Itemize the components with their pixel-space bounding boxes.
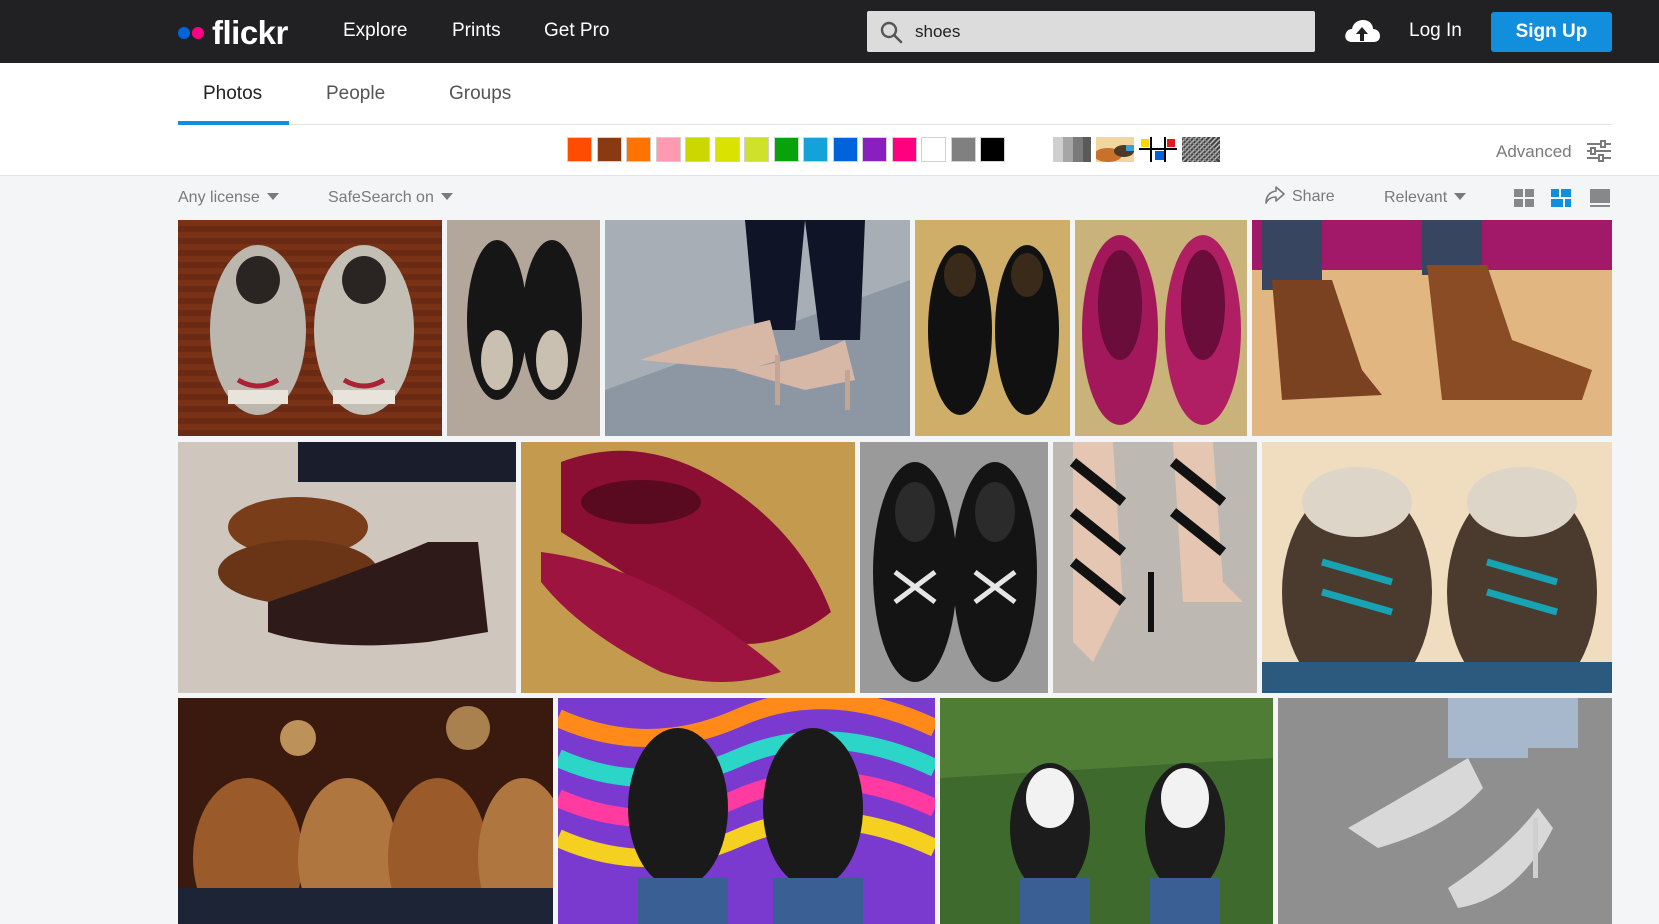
chevron-down-icon bbox=[1454, 193, 1467, 200]
search-input[interactable] bbox=[915, 11, 1305, 52]
photo-grey-sneakers[interactable] bbox=[178, 220, 442, 436]
search-icon[interactable] bbox=[879, 20, 903, 44]
photo-converse-grass[interactable] bbox=[940, 698, 1273, 924]
photo-silver-heels[interactable] bbox=[1278, 698, 1612, 924]
top-bar: flickr Explore Prints Get Pro Log In Sig… bbox=[0, 0, 1659, 63]
color-swatch-5[interactable] bbox=[714, 137, 740, 162]
share-arrow-icon bbox=[1265, 186, 1285, 204]
photo-brown-sneakers-teal-laces[interactable] bbox=[1262, 442, 1612, 693]
photo-black-vans[interactable] bbox=[860, 442, 1048, 693]
search-subnav: Photos People Groups Advanced bbox=[0, 63, 1659, 176]
color-swatch-1[interactable] bbox=[596, 137, 622, 162]
signup-button[interactable]: Sign Up bbox=[1491, 12, 1612, 52]
photo-wingtip-shoes[interactable] bbox=[178, 698, 553, 924]
color-swatch-4[interactable] bbox=[685, 137, 710, 162]
black-and-white-icon[interactable] bbox=[1053, 137, 1091, 162]
patterns-icon[interactable] bbox=[1182, 137, 1220, 162]
color-swatch-8[interactable] bbox=[803, 137, 828, 162]
minimalist-icon[interactable] bbox=[1139, 137, 1177, 162]
photo-pink-flats[interactable] bbox=[1075, 220, 1247, 436]
share-button[interactable]: Share bbox=[1264, 185, 1335, 206]
color-swatch-10[interactable] bbox=[862, 137, 887, 162]
color-swatch-3[interactable] bbox=[655, 137, 681, 162]
nav-get-pro[interactable]: Get Pro bbox=[544, 20, 609, 42]
share-label: Share bbox=[1292, 188, 1335, 205]
flickr-logo[interactable]: flickr bbox=[178, 14, 288, 52]
logo-text: flickr bbox=[212, 14, 288, 51]
photo-black-leather-shoes[interactable] bbox=[915, 220, 1070, 436]
color-swatch-14[interactable] bbox=[980, 137, 1005, 162]
sort-label: Relevant bbox=[1384, 189, 1448, 206]
color-swatch-0[interactable] bbox=[567, 137, 592, 162]
filter-row: Any license SafeSearch on Share Relevant bbox=[0, 176, 1659, 216]
active-tab-indicator bbox=[178, 121, 289, 125]
advanced-settings-icon[interactable] bbox=[1586, 140, 1612, 162]
color-swatch-11[interactable] bbox=[891, 137, 917, 162]
color-swatch-12[interactable] bbox=[921, 137, 946, 162]
small-grid-view-icon[interactable] bbox=[1513, 188, 1535, 208]
upload-cloud-icon[interactable] bbox=[1343, 16, 1381, 46]
safesearch-dropdown[interactable]: SafeSearch on bbox=[328, 189, 453, 207]
photo-brown-loafers[interactable] bbox=[178, 442, 516, 693]
advanced-link[interactable]: Advanced bbox=[1496, 142, 1572, 162]
shallow-depth-of-field-icon[interactable] bbox=[1096, 137, 1134, 162]
color-swatch-7[interactable] bbox=[773, 137, 799, 162]
tabs-divider bbox=[178, 124, 1612, 125]
justified-view-icon[interactable] bbox=[1550, 188, 1572, 208]
license-dropdown[interactable]: Any license bbox=[178, 189, 279, 207]
tab-photos[interactable]: Photos bbox=[203, 83, 262, 105]
color-swatch-13[interactable] bbox=[950, 137, 976, 162]
nav-prints[interactable]: Prints bbox=[452, 20, 501, 42]
photo-black-strappy-heels[interactable] bbox=[1053, 442, 1257, 693]
search-box[interactable] bbox=[867, 11, 1315, 52]
color-filter-swatches bbox=[567, 137, 1010, 162]
logo-blue-dot bbox=[178, 27, 190, 39]
logo-pink-dot bbox=[192, 27, 204, 39]
large-view-icon[interactable] bbox=[1589, 188, 1611, 208]
license-label: Any license bbox=[178, 189, 260, 206]
chevron-down-icon bbox=[266, 193, 279, 200]
style-filter-swatches bbox=[1053, 137, 1225, 162]
photo-psychedelic-boots[interactable] bbox=[558, 698, 935, 924]
tab-groups[interactable]: Groups bbox=[449, 83, 511, 105]
safesearch-label: SafeSearch on bbox=[328, 189, 434, 206]
color-swatch-2[interactable] bbox=[626, 137, 651, 162]
color-swatch-9[interactable] bbox=[832, 137, 858, 162]
tab-people[interactable]: People bbox=[326, 83, 385, 105]
nav-explore[interactable]: Explore bbox=[343, 20, 407, 42]
color-swatch-6[interactable] bbox=[744, 137, 769, 162]
photo-brown-boots[interactable] bbox=[1252, 220, 1612, 436]
chevron-down-icon bbox=[440, 193, 453, 200]
photo-black-oxfords[interactable] bbox=[447, 220, 600, 436]
photo-nude-heels[interactable] bbox=[605, 220, 910, 436]
sort-dropdown[interactable]: Relevant bbox=[1384, 189, 1467, 207]
login-link[interactable]: Log In bbox=[1409, 20, 1462, 42]
photo-red-satin-flats[interactable] bbox=[521, 442, 855, 693]
